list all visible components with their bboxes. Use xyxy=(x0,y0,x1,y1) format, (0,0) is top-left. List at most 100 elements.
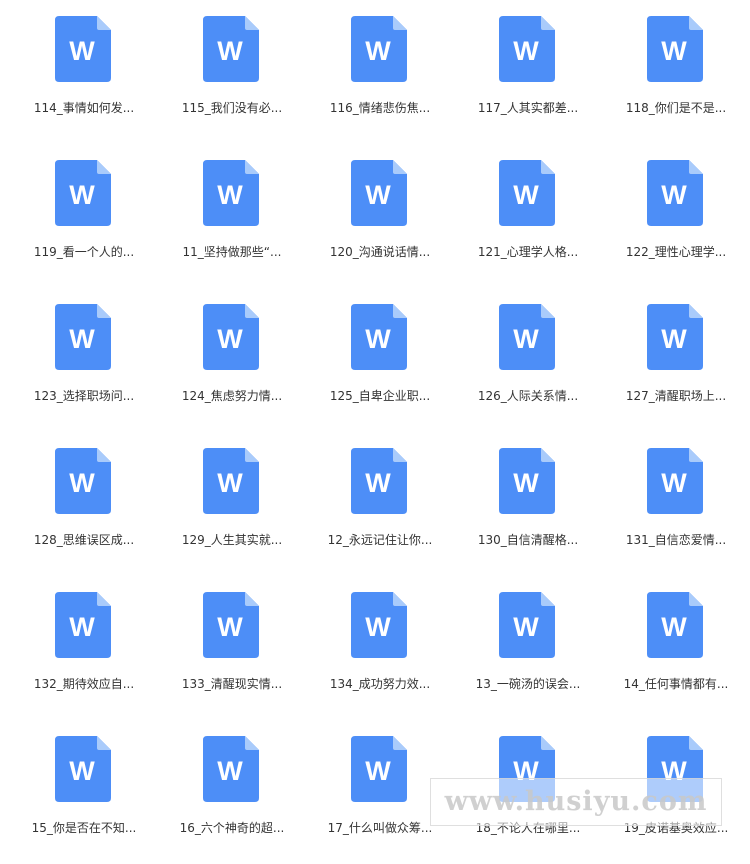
word-document-icon: W xyxy=(351,160,407,226)
svg-text:W: W xyxy=(365,180,391,210)
svg-text:W: W xyxy=(217,180,243,210)
svg-text:W: W xyxy=(513,180,539,210)
file-item[interactable]: W 12_永远记住让你... xyxy=(306,432,454,576)
file-grid: W 114_事情如何发... W 115_我们没有必... W 116_情绪悲伤… xyxy=(10,0,750,864)
svg-text:W: W xyxy=(365,756,391,786)
file-item[interactable]: W 121_心理学人格... xyxy=(454,144,602,288)
file-item[interactable]: W 124_焦虑努力情... xyxy=(158,288,306,432)
file-item[interactable]: W 115_我们没有必... xyxy=(158,0,306,144)
svg-text:W: W xyxy=(513,324,539,354)
word-document-icon: W xyxy=(647,592,703,658)
file-name-label: 123_选择职场问... xyxy=(33,389,135,403)
file-name-label: 125_自卑企业职... xyxy=(329,389,431,403)
word-document-icon: W xyxy=(647,304,703,370)
svg-text:W: W xyxy=(513,36,539,66)
word-document-icon: W xyxy=(203,160,259,226)
svg-text:W: W xyxy=(365,468,391,498)
word-document-icon: W xyxy=(55,160,111,226)
word-document-icon: W xyxy=(351,304,407,370)
file-name-label: 121_心理学人格... xyxy=(477,245,579,259)
word-document-icon: W xyxy=(203,16,259,82)
svg-text:W: W xyxy=(365,36,391,66)
svg-text:W: W xyxy=(365,612,391,642)
svg-text:W: W xyxy=(661,324,687,354)
file-item[interactable]: W 129_人生其实就... xyxy=(158,432,306,576)
file-item[interactable]: W 13_一碗汤的误会... xyxy=(454,576,602,720)
file-name-label: 115_我们没有必... xyxy=(181,101,283,115)
file-name-label: 126_人际关系情... xyxy=(477,389,579,403)
file-name-label: 119_看一个人的... xyxy=(33,245,135,259)
svg-text:W: W xyxy=(69,324,95,354)
watermark: www.husiyu.com xyxy=(430,778,722,826)
file-name-label: 114_事情如何发... xyxy=(33,101,135,115)
file-item[interactable]: W 130_自信清醒格... xyxy=(454,432,602,576)
file-item[interactable]: W 127_清醒职场上... xyxy=(602,288,750,432)
file-name-label: 116_情绪悲伤焦... xyxy=(329,101,431,115)
svg-text:W: W xyxy=(217,756,243,786)
file-item[interactable]: W 128_思维误区成... xyxy=(10,432,158,576)
file-name-label: 129_人生其实就... xyxy=(181,533,283,547)
word-document-icon: W xyxy=(203,592,259,658)
file-name-label: 130_自信清醒格... xyxy=(477,533,579,547)
file-item[interactable]: W 132_期待效应自... xyxy=(10,576,158,720)
file-item[interactable]: W 126_人际关系情... xyxy=(454,288,602,432)
word-document-icon: W xyxy=(203,448,259,514)
file-item[interactable]: W 120_沟通说话情... xyxy=(306,144,454,288)
file-name-label: 134_成功努力效... xyxy=(329,677,431,691)
file-name-label: 13_一碗汤的误会... xyxy=(475,677,581,691)
word-document-icon: W xyxy=(499,304,555,370)
word-document-icon: W xyxy=(499,448,555,514)
file-item[interactable]: W 131_自信恋爱情... xyxy=(602,432,750,576)
file-name-label: 11_坚持做那些“... xyxy=(182,245,282,259)
file-item[interactable]: W 116_情绪悲伤焦... xyxy=(306,0,454,144)
file-name-label: 118_你们是不是... xyxy=(625,101,727,115)
word-document-icon: W xyxy=(647,448,703,514)
file-item[interactable]: W 117_人其实都差... xyxy=(454,0,602,144)
svg-text:W: W xyxy=(513,612,539,642)
word-document-icon: W xyxy=(351,16,407,82)
svg-text:W: W xyxy=(217,324,243,354)
file-name-label: 12_永远记住让你... xyxy=(327,533,433,547)
word-document-icon: W xyxy=(55,592,111,658)
file-item[interactable]: W 134_成功努力效... xyxy=(306,576,454,720)
file-name-label: 120_沟通说话情... xyxy=(329,245,431,259)
svg-text:W: W xyxy=(69,612,95,642)
word-document-icon: W xyxy=(351,736,407,802)
svg-text:W: W xyxy=(661,180,687,210)
file-name-label: 127_清醒职场上... xyxy=(625,389,727,403)
file-item[interactable]: W 15_你是否在不知... xyxy=(10,720,158,864)
word-document-icon: W xyxy=(647,16,703,82)
file-name-label: 117_人其实都差... xyxy=(477,101,579,115)
file-item[interactable]: W 123_选择职场问... xyxy=(10,288,158,432)
file-item[interactable]: W 118_你们是不是... xyxy=(602,0,750,144)
file-name-label: 15_你是否在不知... xyxy=(31,821,137,835)
file-name-label: 14_任何事情都有... xyxy=(623,677,729,691)
word-document-icon: W xyxy=(55,736,111,802)
file-item[interactable]: W 125_自卑企业职... xyxy=(306,288,454,432)
file-item[interactable]: W 11_坚持做那些“... xyxy=(158,144,306,288)
file-name-label: 133_清醒现实情... xyxy=(181,677,283,691)
file-name-label: 128_思维误区成... xyxy=(33,533,135,547)
svg-text:W: W xyxy=(217,612,243,642)
word-document-icon: W xyxy=(499,592,555,658)
file-item[interactable]: W 114_事情如何发... xyxy=(10,0,158,144)
file-item[interactable]: W 16_六个神奇的超... xyxy=(158,720,306,864)
file-name-label: 122_理性心理学... xyxy=(625,245,727,259)
word-document-icon: W xyxy=(499,16,555,82)
file-item[interactable]: W 119_看一个人的... xyxy=(10,144,158,288)
svg-text:W: W xyxy=(513,468,539,498)
word-document-icon: W xyxy=(647,160,703,226)
svg-text:W: W xyxy=(365,324,391,354)
file-item[interactable]: W 14_任何事情都有... xyxy=(602,576,750,720)
file-name-label: 16_六个神奇的超... xyxy=(179,821,285,835)
file-item[interactable]: W 122_理性心理学... xyxy=(602,144,750,288)
word-document-icon: W xyxy=(499,160,555,226)
svg-text:W: W xyxy=(69,468,95,498)
svg-text:W: W xyxy=(69,36,95,66)
svg-text:W: W xyxy=(661,36,687,66)
svg-text:W: W xyxy=(661,612,687,642)
word-document-icon: W xyxy=(203,304,259,370)
word-document-icon: W xyxy=(55,304,111,370)
file-item[interactable]: W 133_清醒现实情... xyxy=(158,576,306,720)
file-name-label: 131_自信恋爱情... xyxy=(625,533,727,547)
